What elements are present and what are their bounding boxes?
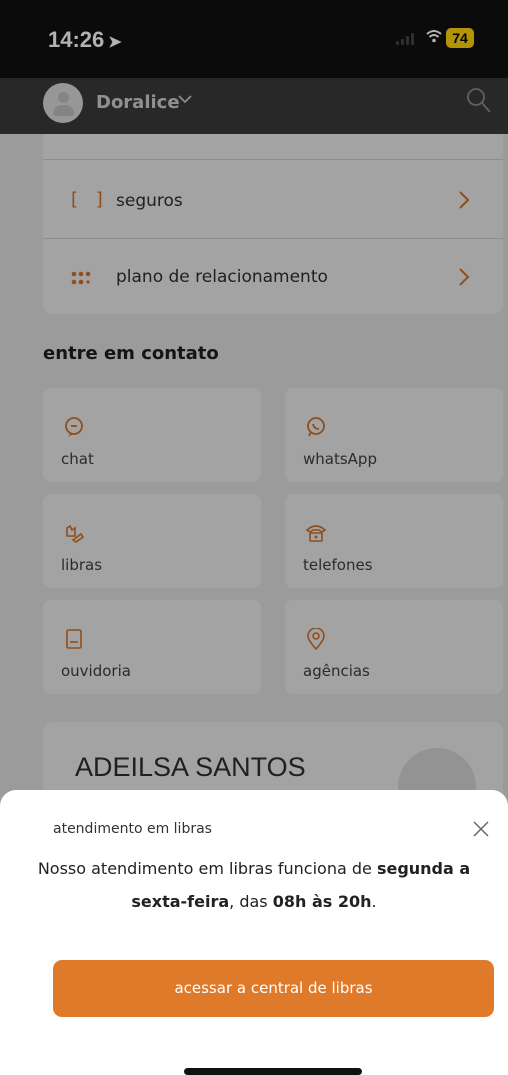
close-icon[interactable] [472,820,490,838]
sheet-title: atendimento em libras [53,821,212,837]
overlay-dim[interactable] [0,134,508,834]
message-text: , das [229,892,273,911]
message-text: . [371,892,377,911]
overlay-dim-top[interactable] [0,0,508,134]
bottom-sheet: atendimento em libras Nosso atendimento … [0,790,508,1075]
home-indicator [184,1068,362,1075]
access-libras-button[interactable]: acessar a central de libras [53,960,494,1017]
sheet-message: Nosso atendimento em libras funciona de … [20,852,488,918]
message-text: Nosso atendimento em libras funciona de [37,859,377,878]
message-hours: 08h às 20h [272,892,372,911]
